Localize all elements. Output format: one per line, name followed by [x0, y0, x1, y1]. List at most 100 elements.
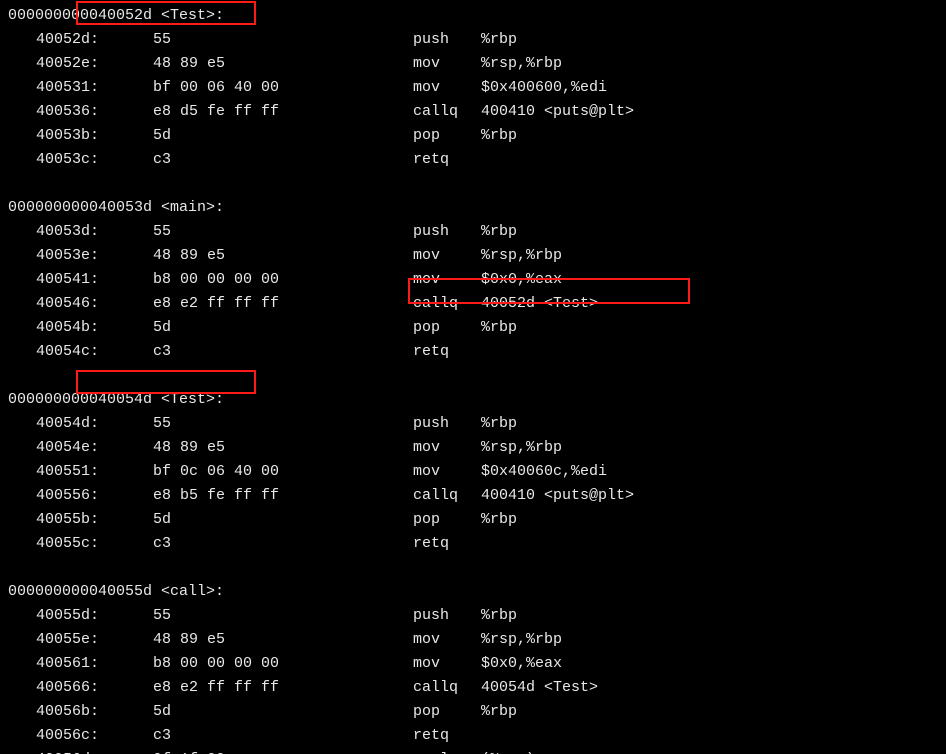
asm-line: 40054b:5dpop%rbp: [8, 316, 946, 340]
asm-line: 40055e:48 89 e5mov%rsp,%rbp: [8, 628, 946, 652]
asm-line: 400561:b8 00 00 00 00mov$0x0,%eax: [8, 652, 946, 676]
addr: 400561:: [8, 652, 153, 676]
blank-line: [8, 364, 946, 388]
asm-line: 40053d:55push%rbp: [8, 220, 946, 244]
asm-line: 400531:bf 00 06 40 00mov$0x400600,%edi: [8, 76, 946, 100]
mnemonic: nopl: [413, 748, 481, 754]
mnemonic: retq: [413, 340, 481, 364]
addr: 40055d:: [8, 604, 153, 628]
hex-bytes: 48 89 e5: [153, 244, 413, 268]
asm-line: 40054c:c3retq: [8, 340, 946, 364]
addr: 40054d:: [8, 412, 153, 436]
mnemonic: mov: [413, 268, 481, 292]
operands: %rbp: [481, 508, 517, 532]
asm-line: 40054d:55push%rbp: [8, 412, 946, 436]
hex-bytes: c3: [153, 724, 413, 748]
hex-bytes: 5d: [153, 508, 413, 532]
asm-line: 40056c:c3retq: [8, 724, 946, 748]
symbol-header: 000000000040052d <Test>:: [8, 4, 946, 28]
operands: 40052d <Test>: [481, 292, 598, 316]
addr: 40055b:: [8, 508, 153, 532]
addr: 40056c:: [8, 724, 153, 748]
operands: 400410 <puts@plt>: [481, 484, 634, 508]
mnemonic: pop: [413, 700, 481, 724]
addr: 400536:: [8, 100, 153, 124]
mnemonic: push: [413, 220, 481, 244]
operands: $0x0,%eax: [481, 268, 562, 292]
blank-line: [8, 172, 946, 196]
operands: 40054d <Test>: [481, 676, 598, 700]
hex-bytes: 5d: [153, 700, 413, 724]
hex-bytes: 48 89 e5: [153, 436, 413, 460]
operands: %rbp: [481, 412, 517, 436]
addr: 40052e:: [8, 52, 153, 76]
operands: %rsp,%rbp: [481, 628, 562, 652]
hex-bytes: 48 89 e5: [153, 628, 413, 652]
addr: 400546:: [8, 292, 153, 316]
operands: %rbp: [481, 700, 517, 724]
addr: 400541:: [8, 268, 153, 292]
asm-line: 400536:e8 d5 fe ff ffcallq400410 <puts@p…: [8, 100, 946, 124]
symbol-header: 000000000040054d <Test>:: [8, 388, 946, 412]
mnemonic: mov: [413, 652, 481, 676]
hex-bytes: 55: [153, 604, 413, 628]
hex-bytes: b8 00 00 00 00: [153, 268, 413, 292]
hex-bytes: 5d: [153, 124, 413, 148]
asm-line: 40053e:48 89 e5mov%rsp,%rbp: [8, 244, 946, 268]
addr: 400566:: [8, 676, 153, 700]
mnemonic: push: [413, 412, 481, 436]
operands: %rbp: [481, 28, 517, 52]
hex-bytes: bf 00 06 40 00: [153, 76, 413, 100]
addr: 40055c:: [8, 532, 153, 556]
asm-line: 40052d:55push%rbp: [8, 28, 946, 52]
asm-line: 400541:b8 00 00 00 00mov$0x0,%eax: [8, 268, 946, 292]
operands: 400410 <puts@plt>: [481, 100, 634, 124]
operands: %rbp: [481, 220, 517, 244]
mnemonic: pop: [413, 508, 481, 532]
asm-line: 40054e:48 89 e5mov%rsp,%rbp: [8, 436, 946, 460]
mnemonic: retq: [413, 148, 481, 172]
addr: 40053c:: [8, 148, 153, 172]
mnemonic: pop: [413, 316, 481, 340]
addr: 40054e:: [8, 436, 153, 460]
hex-bytes: c3: [153, 148, 413, 172]
hex-bytes: 0f 1f 00: [153, 748, 413, 754]
mnemonic: mov: [413, 460, 481, 484]
mnemonic: mov: [413, 52, 481, 76]
hex-bytes: 55: [153, 412, 413, 436]
operands: $0x0,%eax: [481, 652, 562, 676]
addr: 40054c:: [8, 340, 153, 364]
asm-line: 400566:e8 e2 ff ff ffcallq40054d <Test>: [8, 676, 946, 700]
operands: (%rax): [481, 748, 535, 754]
mnemonic: mov: [413, 628, 481, 652]
symbol-header: 000000000040055d <call>:: [8, 580, 946, 604]
mnemonic: mov: [413, 244, 481, 268]
asm-line: 40052e:48 89 e5mov%rsp,%rbp: [8, 52, 946, 76]
hex-bytes: e8 d5 fe ff ff: [153, 100, 413, 124]
mnemonic: retq: [413, 724, 481, 748]
addr: 40052d:: [8, 28, 153, 52]
operands: %rbp: [481, 604, 517, 628]
mnemonic: callq: [413, 676, 481, 700]
hex-bytes: e8 e2 ff ff ff: [153, 676, 413, 700]
addr: 400556:: [8, 484, 153, 508]
operands: $0x400600,%edi: [481, 76, 607, 100]
mnemonic: retq: [413, 532, 481, 556]
asm-line: 40053c:c3retq: [8, 148, 946, 172]
mnemonic: callq: [413, 292, 481, 316]
mnemonic: mov: [413, 76, 481, 100]
mnemonic: push: [413, 28, 481, 52]
mnemonic: callq: [413, 484, 481, 508]
symbol-header: 000000000040053d <main>:: [8, 196, 946, 220]
hex-bytes: c3: [153, 340, 413, 364]
addr: 40056d:: [8, 748, 153, 754]
mnemonic: callq: [413, 100, 481, 124]
hex-bytes: 48 89 e5: [153, 52, 413, 76]
asm-line: 40055b:5dpop%rbp: [8, 508, 946, 532]
operands: %rsp,%rbp: [481, 436, 562, 460]
asm-line: 400556:e8 b5 fe ff ffcallq400410 <puts@p…: [8, 484, 946, 508]
operands: $0x40060c,%edi: [481, 460, 607, 484]
mnemonic: pop: [413, 124, 481, 148]
hex-bytes: b8 00 00 00 00: [153, 652, 413, 676]
addr: 40054b:: [8, 316, 153, 340]
